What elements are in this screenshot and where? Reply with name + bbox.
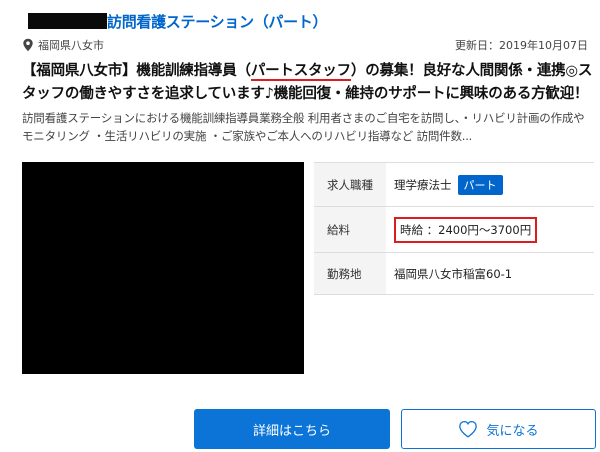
- details-button[interactable]: 詳細はこちら: [194, 409, 390, 449]
- meta-row: 福岡県八女市 更新日：2019年10月07日: [22, 36, 588, 54]
- job-image: [22, 162, 304, 374]
- work-location-label: 勤務地: [314, 253, 386, 294]
- job-description: 訪問看護ステーションにおける機能訓練指導員業務全般 利用者さまのご自宅を訪問し、…: [22, 111, 585, 143]
- info-row-salary: 給料 時給 ：2400円～3700円: [314, 207, 594, 253]
- favorite-button[interactable]: 気になる: [401, 409, 596, 449]
- headline-highlight: パートスタッフ: [250, 63, 351, 81]
- info-row-job: 求人職種 理学療法士 パート: [314, 163, 594, 207]
- job-headline: 【福岡県八女市】機能訓練指導員（パートスタッフ）の募集！良好な人間関係・連携◎ス…: [22, 60, 594, 106]
- map-pin-icon: [23, 38, 33, 52]
- job-title-row: 訪問看護ステーション（パート）: [28, 10, 328, 32]
- info-row-location: 勤務地 福岡県八女市稲富60-1: [314, 253, 594, 295]
- favorite-label: 気になる: [486, 423, 539, 439]
- job-type-value: 理学療法士: [394, 177, 452, 192]
- salary-value: 時給 ：2400円～3700円: [394, 216, 538, 243]
- job-type-label: 求人職種: [314, 163, 386, 206]
- job-title-link[interactable]: 訪問看護ステーション（パート）: [107, 11, 328, 32]
- salary-label: 給料: [314, 207, 386, 252]
- redacted-company-name: [28, 13, 107, 29]
- info-table: 求人職種 理学療法士 パート 給料 時給 ：2400円～3700円 勤務地 福岡…: [314, 162, 594, 295]
- job-type-value-cell: 理学療法士 パート: [386, 174, 594, 195]
- location-text: 福岡県八女市: [38, 39, 104, 52]
- location: 福岡県八女市: [22, 37, 104, 53]
- work-location-value: 福岡県八女市稲富60-1: [394, 266, 513, 281]
- employment-type-badge: パート: [457, 174, 503, 195]
- heart-icon: [459, 420, 478, 438]
- salary-value-cell: 時給 ：2400円～3700円: [386, 216, 594, 243]
- updated-date: 更新日：2019年10月07日: [455, 39, 588, 52]
- headline-part-1: 【福岡県八女市】機能訓練指導員（: [22, 63, 251, 79]
